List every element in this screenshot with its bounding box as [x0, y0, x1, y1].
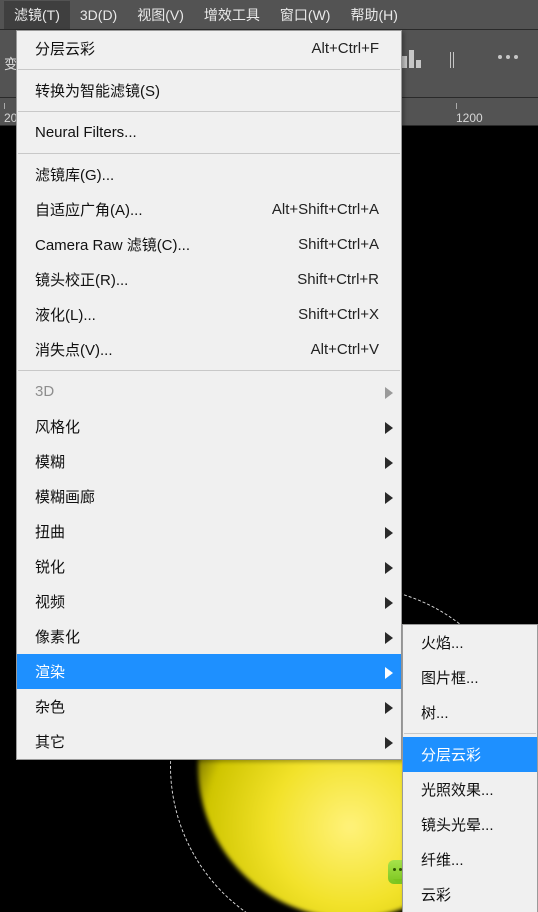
menu-item[interactable]: Neural Filters... [17, 115, 401, 150]
submenu-item[interactable]: 火焰... [403, 625, 537, 660]
menu-separator [18, 153, 400, 154]
menu-item-shortcut: Shift+Ctrl+X [298, 306, 379, 323]
submenu-arrow-icon [385, 526, 393, 538]
menu-item-label: 模糊画廊 [35, 486, 379, 507]
menu-filter[interactable]: 滤镜(T) [4, 1, 70, 29]
menu-item[interactable]: 扭曲 [17, 514, 401, 549]
menu-item-label: Camera Raw 滤镜(C)... [35, 234, 268, 255]
submenu-item[interactable]: 镜头光晕... [403, 807, 537, 842]
histogram-icon[interactable] [402, 46, 424, 68]
menu-item-label: 消失点(V)... [35, 339, 281, 360]
submenu-item-label: 镜头光晕... [421, 814, 515, 835]
submenu-item-label: 纤维... [421, 849, 515, 870]
menu-item-label: 风格化 [35, 416, 379, 437]
submenu-arrow-icon [385, 596, 393, 608]
options-right-icons [402, 46, 518, 68]
submenu-arrow-icon [385, 421, 393, 433]
menu-item-label: 扭曲 [35, 521, 379, 542]
menu-item[interactable]: 锐化 [17, 549, 401, 584]
menu-item[interactable]: 渲染 [17, 654, 401, 689]
menu-item[interactable]: Camera Raw 滤镜(C)... Shift+Ctrl+A [17, 227, 401, 262]
submenu-item-label: 火焰... [421, 632, 515, 653]
submenu-arrow-icon [385, 456, 393, 468]
menu-item-label: 锐化 [35, 556, 379, 577]
menu-item-shortcut: Shift+Ctrl+A [298, 236, 379, 253]
menu-item[interactable]: 风格化 [17, 409, 401, 444]
menu-item-label: 杂色 [35, 696, 379, 717]
menu-help[interactable]: 帮助(H) [340, 1, 407, 29]
menu-plugins[interactable]: 增效工具 [194, 1, 270, 29]
submenu-item[interactable]: 图片框... [403, 660, 537, 695]
submenu-item[interactable]: 光照效果... [403, 772, 537, 807]
submenu-arrow-icon [385, 736, 393, 748]
menu-separator [404, 733, 536, 734]
submenu-arrow-icon [385, 386, 393, 398]
menu-item[interactable]: 3D [17, 374, 401, 409]
menu-item-label: 滤镜库(G)... [35, 164, 379, 185]
submenu-item-label: 图片框... [421, 667, 515, 688]
menu-view[interactable]: 视图(V) [127, 1, 194, 29]
menu-separator [18, 69, 400, 70]
menu-item[interactable]: 其它 [17, 724, 401, 759]
menu-item-label: 自适应广角(A)... [35, 199, 242, 220]
menu-item[interactable]: 分层云彩 Alt+Ctrl+F [17, 31, 401, 66]
menu-item[interactable]: 滤镜库(G)... [17, 157, 401, 192]
menu-item[interactable]: 自适应广角(A)... Alt+Shift+Ctrl+A [17, 192, 401, 227]
menu-item-shortcut: Shift+Ctrl+R [297, 271, 379, 288]
menu-item-label: 分层云彩 [35, 38, 281, 59]
submenu-item-label: 树... [421, 702, 515, 723]
menu-item-label: 液化(L)... [35, 304, 268, 325]
menu-item-label: 3D [35, 383, 379, 400]
menu-separator [18, 370, 400, 371]
menu-item[interactable]: 消失点(V)... Alt+Ctrl+V [17, 332, 401, 367]
filter-menu-panel: 分层云彩 Alt+Ctrl+F 转换为智能滤镜(S) Neural Filters..… [16, 30, 402, 760]
menu-item[interactable]: 镜头校正(R)... Shift+Ctrl+R [17, 262, 401, 297]
menu-window[interactable]: 窗口(W) [270, 1, 341, 29]
submenu-item[interactable]: 分层云彩 [403, 737, 537, 772]
menu-item-label: Neural Filters... [35, 124, 379, 141]
submenu-arrow-icon [385, 561, 393, 573]
menu-item-label: 其它 [35, 731, 379, 752]
menu-item-label: 视频 [35, 591, 379, 612]
menu-item-shortcut: Alt+Shift+Ctrl+A [272, 201, 379, 218]
menu-item-label: 像素化 [35, 626, 379, 647]
menu-item-label: 镜头校正(R)... [35, 269, 267, 290]
submenu-item[interactable]: 云彩 [403, 877, 537, 912]
menu-item[interactable]: 模糊 [17, 444, 401, 479]
align-icon[interactable] [450, 46, 472, 68]
menu-item-shortcut: Alt+Ctrl+F [311, 40, 379, 57]
menu-item-label: 渲染 [35, 661, 379, 682]
more-icon[interactable] [498, 55, 518, 59]
menu-separator [18, 111, 400, 112]
menu-item[interactable]: 杂色 [17, 689, 401, 724]
render-submenu-panel: 火焰... 图片框... 树... 分层云彩光照效果... 镜头光晕... 纤维... 云彩 [402, 624, 538, 912]
submenu-item-label: 分层云彩 [421, 744, 515, 765]
submenu-item[interactable]: 树... [403, 695, 537, 730]
menu-3d[interactable]: 3D(D) [70, 3, 127, 27]
menu-item[interactable]: 像素化 [17, 619, 401, 654]
menu-item-label: 模糊 [35, 451, 379, 472]
menu-item-label: 转换为智能滤镜(S) [35, 80, 379, 101]
submenu-arrow-icon [385, 491, 393, 503]
menu-item[interactable]: 模糊画廊 [17, 479, 401, 514]
submenu-item[interactable]: 纤维... [403, 842, 537, 877]
menu-item[interactable]: 视频 [17, 584, 401, 619]
submenu-arrow-icon [385, 631, 393, 643]
submenu-arrow-icon [385, 701, 393, 713]
menu-item-shortcut: Alt+Ctrl+V [311, 341, 379, 358]
menu-item[interactable]: 转换为智能滤镜(S) [17, 73, 401, 108]
submenu-item-label: 光照效果... [421, 779, 515, 800]
menubar: 滤镜(T) 3D(D) 视图(V) 增效工具 窗口(W) 帮助(H) [0, 0, 538, 30]
menu-item[interactable]: 液化(L)... Shift+Ctrl+X [17, 297, 401, 332]
ruler-tick-right: 1200 [456, 103, 483, 125]
submenu-item-label: 云彩 [421, 884, 515, 905]
submenu-arrow-icon [385, 666, 393, 678]
